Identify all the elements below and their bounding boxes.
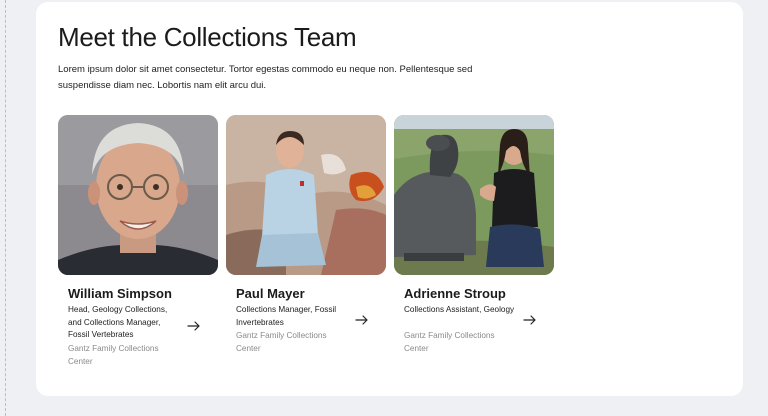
arrow-right-icon[interactable] <box>522 314 538 326</box>
page-edge-guide <box>5 0 6 416</box>
arrow-right-icon[interactable] <box>186 320 202 332</box>
section-intro: Lorem ipsum dolor sit amet consectetur. … <box>58 64 473 91</box>
member-role: Collections Assistant, Geology <box>404 305 515 314</box>
member-center: Gantz Family Collections Center <box>404 331 495 353</box>
member-name: William Simpson <box>68 286 172 301</box>
member-photo <box>226 115 386 275</box>
member-role: Head, Geology Collections, and Collectio… <box>68 305 168 339</box>
member-role: Collections Manager, Fossil Invertebrate… <box>236 305 337 327</box>
section-title: Meet the Collections Team <box>58 22 357 52</box>
arrow-right-icon[interactable] <box>354 314 370 326</box>
member-photo <box>394 115 554 275</box>
collections-team-section: Meet the Collections Team Lorem ipsum do… <box>36 2 743 396</box>
member-center: Gantz Family Collections Center <box>68 344 159 366</box>
team-member-card[interactable]: William Simpson Head, Geology Collection… <box>58 115 218 366</box>
member-photo <box>58 115 218 275</box>
team-member-card[interactable]: Adrienne Stroup Collections Assistant, G… <box>394 115 554 353</box>
member-name: Paul Mayer <box>236 286 305 301</box>
team-member-card[interactable]: Paul Mayer Collections Manager, Fossil I… <box>226 115 386 353</box>
member-name: Adrienne Stroup <box>404 286 506 301</box>
member-center: Gantz Family Collections Center <box>236 331 327 353</box>
